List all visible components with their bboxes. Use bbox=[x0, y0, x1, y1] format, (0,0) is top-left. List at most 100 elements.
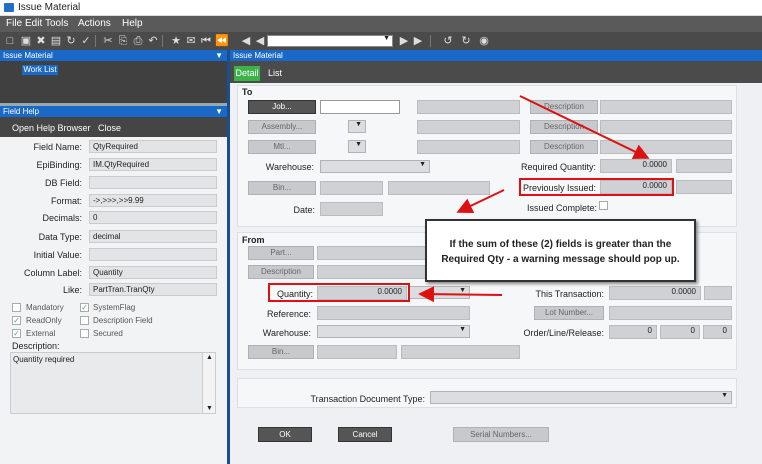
forward-icon[interactable]: ↻ bbox=[460, 35, 472, 47]
column-label-label: Column Label: bbox=[23, 268, 82, 278]
chevron-up-icon[interactable]: ▲ bbox=[206, 354, 213, 361]
date-box bbox=[320, 202, 383, 216]
mandatory-label: Mandatory bbox=[26, 303, 64, 312]
systemflag-checkbox: ✓ bbox=[80, 303, 89, 312]
column-label-value: Quantity bbox=[89, 266, 217, 279]
to-group-title: To bbox=[242, 87, 253, 97]
part-button[interactable]: Part... bbox=[248, 246, 314, 260]
this-transaction-uom bbox=[704, 286, 732, 300]
data-type-value: decimal bbox=[89, 230, 217, 243]
field-name-label: Field Name: bbox=[33, 142, 82, 152]
this-transaction-value: 0.0000 bbox=[609, 286, 701, 300]
close-button[interactable]: Close bbox=[98, 123, 121, 133]
lot-number-button[interactable]: Lot Number... bbox=[534, 306, 604, 320]
required-quantity-uom bbox=[676, 159, 732, 173]
transaction-document-type-label: Transaction Document Type: bbox=[310, 394, 425, 404]
issued-complete-checkbox[interactable] bbox=[599, 201, 608, 210]
last-icon[interactable]: ▶ bbox=[412, 35, 424, 47]
chevron-down-icon[interactable]: ▼ bbox=[206, 405, 213, 412]
from-bin-description bbox=[401, 345, 520, 359]
clear-icon[interactable]: ▤ bbox=[50, 35, 62, 47]
pin-icon[interactable]: ▼ bbox=[215, 106, 223, 117]
quantity-highlight bbox=[268, 283, 410, 302]
decimals-label: Decimals: bbox=[42, 213, 82, 223]
reference-box bbox=[317, 306, 470, 320]
description-button[interactable]: Description bbox=[530, 100, 598, 114]
from-bin-button[interactable]: Bin... bbox=[248, 345, 314, 359]
record-navigation-combo[interactable]: ▼ bbox=[267, 35, 393, 47]
chevron-down-icon: ▼ bbox=[355, 141, 362, 148]
secured-label: Secured bbox=[93, 329, 123, 338]
job-input[interactable] bbox=[320, 100, 400, 114]
tree-item-work-list[interactable]: Work List bbox=[22, 65, 58, 75]
assembly-dropdown[interactable]: ▼ bbox=[348, 120, 366, 133]
mtl-dropdown[interactable]: ▼ bbox=[348, 140, 366, 153]
menu-tools[interactable]: Tools bbox=[45, 18, 68, 29]
tab-detail[interactable]: Detail bbox=[234, 66, 260, 81]
mtl-button[interactable]: Mtl... bbox=[248, 140, 316, 154]
next-icon[interactable]: ▶ bbox=[398, 35, 410, 47]
serial-numbers-button[interactable]: Serial Numbers... bbox=[453, 427, 549, 442]
description-button-3[interactable]: Description bbox=[530, 140, 598, 154]
description-scrollbar[interactable]: ▲ ▼ bbox=[202, 353, 215, 413]
description-button-2[interactable]: Description bbox=[530, 120, 598, 134]
first-record-icon[interactable]: ⏮ bbox=[200, 35, 212, 47]
description-text: Quantity required bbox=[10, 352, 216, 414]
cancel-button[interactable]: Cancel bbox=[338, 427, 392, 442]
menu-edit[interactable]: Edit bbox=[25, 18, 42, 29]
description-box bbox=[600, 100, 732, 114]
save-icon[interactable]: ▣ bbox=[20, 35, 32, 47]
field-name-value: QtyRequired bbox=[89, 140, 217, 153]
toolbar-separator bbox=[95, 35, 96, 47]
open-help-browser-button[interactable]: Open Help Browser bbox=[12, 123, 91, 133]
field-help-header: Field Help ▼ bbox=[0, 106, 227, 117]
tree-panel-title: Issue Material bbox=[3, 51, 53, 60]
secured-checkbox bbox=[80, 329, 89, 338]
menu-actions[interactable]: Actions bbox=[78, 18, 111, 29]
part-box bbox=[317, 246, 427, 260]
cut-icon[interactable]: ✂ bbox=[102, 35, 114, 47]
assembly-description-box bbox=[417, 120, 520, 134]
prev-page-icon[interactable]: ⏪ bbox=[215, 35, 229, 47]
decimals-value: 0 bbox=[89, 211, 217, 224]
from-warehouse-label: Warehouse: bbox=[262, 328, 311, 338]
quantity-uom-dropdown[interactable]: ▼ bbox=[408, 286, 470, 299]
description-field-checkbox bbox=[80, 316, 89, 325]
assembly-button[interactable]: Assembly... bbox=[248, 120, 316, 134]
job-button[interactable]: Job... bbox=[248, 100, 316, 114]
undo-icon[interactable]: ↶ bbox=[147, 35, 159, 47]
from-warehouse-dropdown[interactable]: ▼ bbox=[317, 325, 470, 338]
to-warehouse-dropdown[interactable]: ▼ bbox=[320, 160, 430, 173]
ok-button[interactable]: OK bbox=[258, 427, 312, 442]
db-field-label: DB Field: bbox=[44, 178, 82, 188]
new-icon[interactable]: □ bbox=[4, 35, 16, 47]
splitter[interactable] bbox=[227, 50, 230, 464]
paste-icon[interactable]: ⎙ bbox=[132, 35, 144, 47]
menu-help[interactable]: Help bbox=[122, 18, 143, 29]
title-bar: Issue Material bbox=[0, 0, 762, 16]
attach-icon[interactable]: ✓ bbox=[80, 35, 92, 47]
tab-list[interactable]: List bbox=[264, 66, 286, 81]
stop-icon[interactable]: ◉ bbox=[478, 35, 490, 47]
right-panel-header: Issue Material bbox=[230, 50, 762, 61]
like-value: PartTran.TranQty bbox=[89, 283, 217, 296]
pin-icon[interactable]: ▼ bbox=[215, 50, 223, 61]
copy-icon[interactable]: ⎘ bbox=[117, 35, 129, 47]
refresh-icon[interactable]: ↻ bbox=[65, 35, 77, 47]
window-title: Issue Material bbox=[18, 2, 81, 13]
search-icon[interactable]: ★ bbox=[170, 35, 182, 47]
toolbar-separator bbox=[430, 35, 431, 47]
attachment-icon[interactable]: ✉ bbox=[185, 35, 197, 47]
delete-icon[interactable]: ✖ bbox=[35, 35, 47, 47]
order-line-release-label: Order/Line/Release: bbox=[523, 328, 604, 338]
transaction-document-type-dropdown[interactable]: ▼ bbox=[430, 391, 732, 404]
first-icon[interactable]: ◀ bbox=[240, 35, 252, 47]
this-transaction-label: This Transaction: bbox=[535, 289, 604, 299]
from-description-button[interactable]: Description bbox=[248, 265, 314, 279]
initial-value-value bbox=[89, 248, 217, 261]
mtl-description-box bbox=[417, 140, 520, 154]
back-icon[interactable]: ↺ bbox=[442, 35, 454, 47]
menu-file[interactable]: File bbox=[6, 18, 22, 29]
to-bin-button[interactable]: Bin... bbox=[248, 181, 316, 195]
prev-icon[interactable]: ◀ bbox=[254, 35, 266, 47]
